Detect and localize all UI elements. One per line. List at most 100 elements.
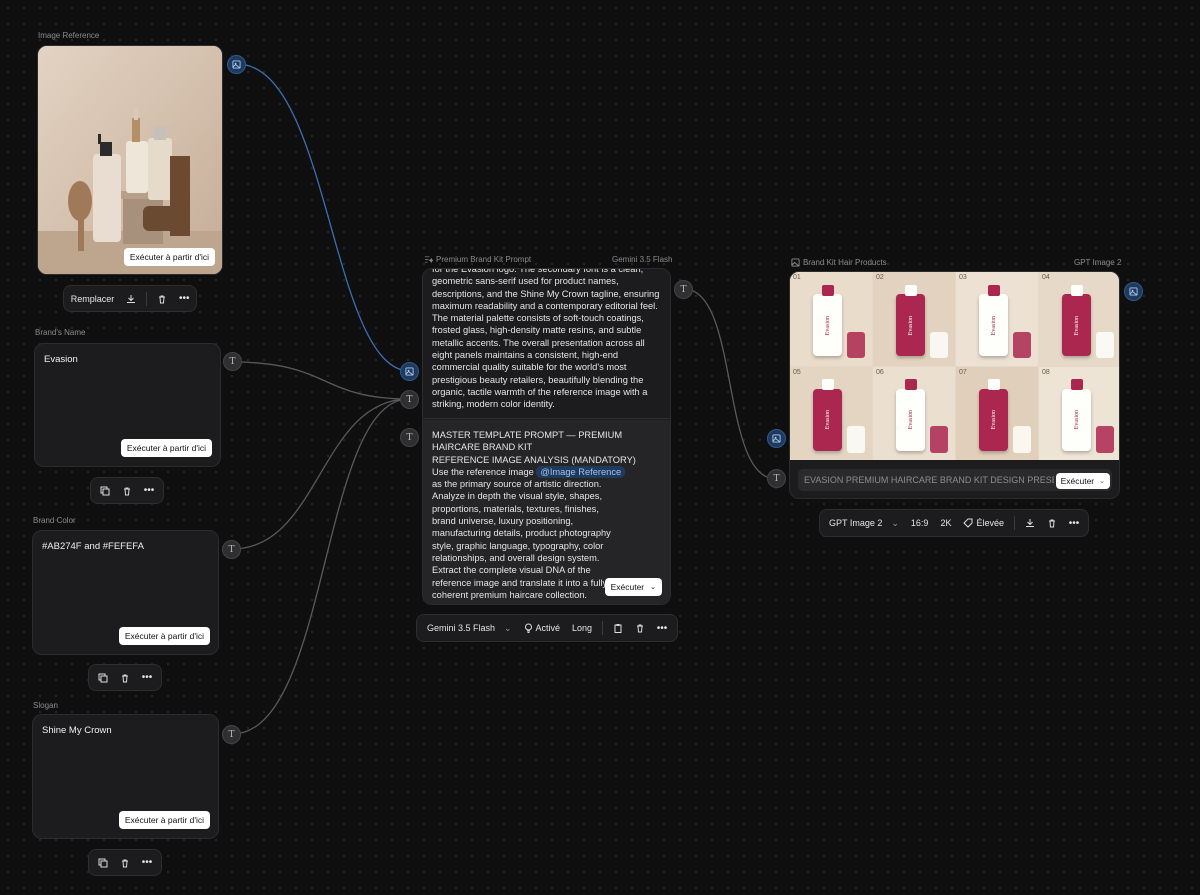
image-input-port[interactable] xyxy=(767,429,786,448)
brand-name-card[interactable]: Evasion Exécuter à partir d'ici xyxy=(34,343,221,467)
brand-color-label: Brand Color xyxy=(33,516,76,525)
product-cap xyxy=(1070,284,1083,296)
text-input-port[interactable]: T xyxy=(400,390,419,409)
brand-color-card[interactable]: #AB274F and #FEFEFA Exécuter à partir d'… xyxy=(32,530,219,655)
prompt-model-select[interactable]: Gemini 3.5 Flash ⌄ xyxy=(421,623,518,634)
image-output-port[interactable] xyxy=(1124,282,1143,301)
wire-image-to-prompt xyxy=(236,63,411,372)
reference-product-photo xyxy=(38,46,222,274)
delete-icon[interactable] xyxy=(114,667,136,689)
text-type-icon: T xyxy=(228,544,235,555)
use-reference-text: Use the reference image xyxy=(432,466,534,477)
master-title-line-3: REFERENCE IMAGE ANALYSIS (MANDATORY) xyxy=(432,454,636,465)
delete-icon[interactable] xyxy=(116,480,138,502)
aspect-ratio-select[interactable]: 16:9 xyxy=(905,518,935,528)
brand-name-value[interactable]: Evasion xyxy=(44,354,211,365)
output-run-button[interactable]: Exécuter ⌄ xyxy=(1055,473,1110,489)
prompt-template-area[interactable]: MASTER TEMPLATE PROMPT — PREMIUM HAIRCAR… xyxy=(423,420,670,604)
product-brand-text: Evasion xyxy=(907,315,914,335)
prompt-scroll-area[interactable]: for the Evasion logo. The secondary font… xyxy=(423,269,670,419)
product-cap xyxy=(904,284,917,296)
toolbar-divider xyxy=(602,621,604,635)
duplicate-icon[interactable] xyxy=(92,667,114,689)
text-output-port[interactable]: T xyxy=(674,280,693,299)
image-port-icon xyxy=(1129,287,1138,296)
panel-number: 07 xyxy=(959,368,967,376)
brand-kit-panel: 06 Evasion xyxy=(873,366,955,460)
delete-icon[interactable] xyxy=(1041,512,1063,534)
more-icon[interactable]: ••• xyxy=(1063,512,1085,534)
panel-number: 03 xyxy=(959,274,967,281)
replace-button[interactable]: Remplacer xyxy=(65,294,121,304)
text-output-port[interactable]: T xyxy=(223,352,242,371)
delete-icon[interactable] xyxy=(629,617,651,639)
product-bottle: Evasion xyxy=(1061,284,1092,357)
chevron-down-icon[interactable]: ⌄ xyxy=(1099,477,1105,485)
slogan-label: Slogan xyxy=(33,701,58,710)
slogan-card[interactable]: Shine My Crown Exécuter à partir d'ici xyxy=(32,714,219,839)
brand-kit-panel: 05 Evasion xyxy=(790,366,872,460)
wire-prompt-to-output xyxy=(683,288,777,480)
brand-color-run-button[interactable]: Exécuter à partir d'ici xyxy=(118,627,210,645)
quality-value: Élevée xyxy=(976,518,1004,528)
slogan-value[interactable]: Shine My Crown xyxy=(42,725,209,736)
image-input-port[interactable] xyxy=(400,362,419,381)
brand-kit-panel: 08 Evasion xyxy=(1039,366,1119,460)
text-input-port-empty[interactable]: T xyxy=(400,428,419,447)
thinking-toggle[interactable]: Activé xyxy=(518,623,567,633)
image-reference-card[interactable]: Exécuter à partir d'ici xyxy=(37,45,223,275)
image-output-port[interactable] xyxy=(227,55,246,74)
image-reference-mention[interactable]: @Image Reference xyxy=(536,465,626,478)
more-icon[interactable]: ••• xyxy=(136,852,158,874)
product-accessory xyxy=(1013,426,1032,453)
clipboard-icon[interactable] xyxy=(607,617,629,639)
output-card[interactable]: 01 Evasion 02 Evasion 03 Evasion 04 Evasion 05 Ev… xyxy=(789,271,1120,499)
slogan-run-button[interactable]: Exécuter à partir d'ici xyxy=(118,811,210,829)
duplicate-icon[interactable] xyxy=(94,480,116,502)
prompt-run-label: Exécuter xyxy=(610,582,645,592)
text-type-icon: T xyxy=(228,729,235,740)
product-cap xyxy=(987,284,1000,296)
product-accessory xyxy=(1096,331,1115,359)
output-model-select[interactable]: GPT Image 2 ⌄ xyxy=(823,518,905,529)
product-accessory xyxy=(1013,331,1032,359)
chevron-down-icon: ⌄ xyxy=(503,622,512,633)
product-brand-text: Evasion xyxy=(907,410,914,430)
duplicate-icon[interactable] xyxy=(92,852,114,874)
product-cap xyxy=(987,379,1000,391)
delete-icon[interactable] xyxy=(151,288,173,310)
text-output-port[interactable]: T xyxy=(222,725,241,744)
delete-icon[interactable] xyxy=(114,852,136,874)
brand-name-run-button[interactable]: Exécuter à partir d'ici xyxy=(120,439,212,457)
resolution-select[interactable]: 2K xyxy=(934,518,957,528)
text-output-port[interactable]: T xyxy=(222,540,241,559)
text-input-port[interactable]: T xyxy=(767,469,786,488)
more-icon[interactable]: ••• xyxy=(651,617,673,639)
brand-kit-panel: 07 Evasion xyxy=(956,366,1038,460)
product-cap xyxy=(821,284,834,296)
brand-color-value[interactable]: #AB274F and #FEFEFA xyxy=(42,541,209,552)
more-icon[interactable]: ••• xyxy=(173,288,195,310)
panel-number: 01 xyxy=(793,274,801,281)
quality-select[interactable]: Élevée xyxy=(957,518,1010,528)
prompt-model-label: Gemini 3.5 Flash xyxy=(612,255,673,264)
chevron-down-icon[interactable]: ⌄ xyxy=(650,583,656,591)
product-brand-text: Evasion xyxy=(824,315,831,335)
download-icon[interactable] xyxy=(1019,512,1041,534)
product-accessory xyxy=(1096,426,1115,453)
product-brand-text: Evasion xyxy=(824,410,831,430)
prompt-run-button[interactable]: Exécuter ⌄ xyxy=(604,578,662,596)
prompt-card[interactable]: for the Evasion logo. The secondary font… xyxy=(422,268,671,605)
image-port-icon xyxy=(232,60,241,69)
brand-kit-grid[interactable]: 01 Evasion 02 Evasion 03 Evasion 04 Evasion 05 Ev… xyxy=(790,272,1119,460)
length-select[interactable]: Long xyxy=(566,623,598,633)
image-reference-run-button[interactable]: Exécuter à partir d'ici xyxy=(123,248,215,266)
more-icon[interactable]: ••• xyxy=(138,480,160,502)
product-accessory xyxy=(930,331,949,359)
prompt-node-header: Premium Brand Kit Prompt xyxy=(424,255,531,264)
download-icon[interactable] xyxy=(120,288,142,310)
brand-kit-panel: 02 Evasion xyxy=(873,272,955,366)
image-port-icon xyxy=(405,367,414,376)
more-icon[interactable]: ••• xyxy=(136,667,158,689)
product-bottle: Evasion xyxy=(895,284,926,357)
